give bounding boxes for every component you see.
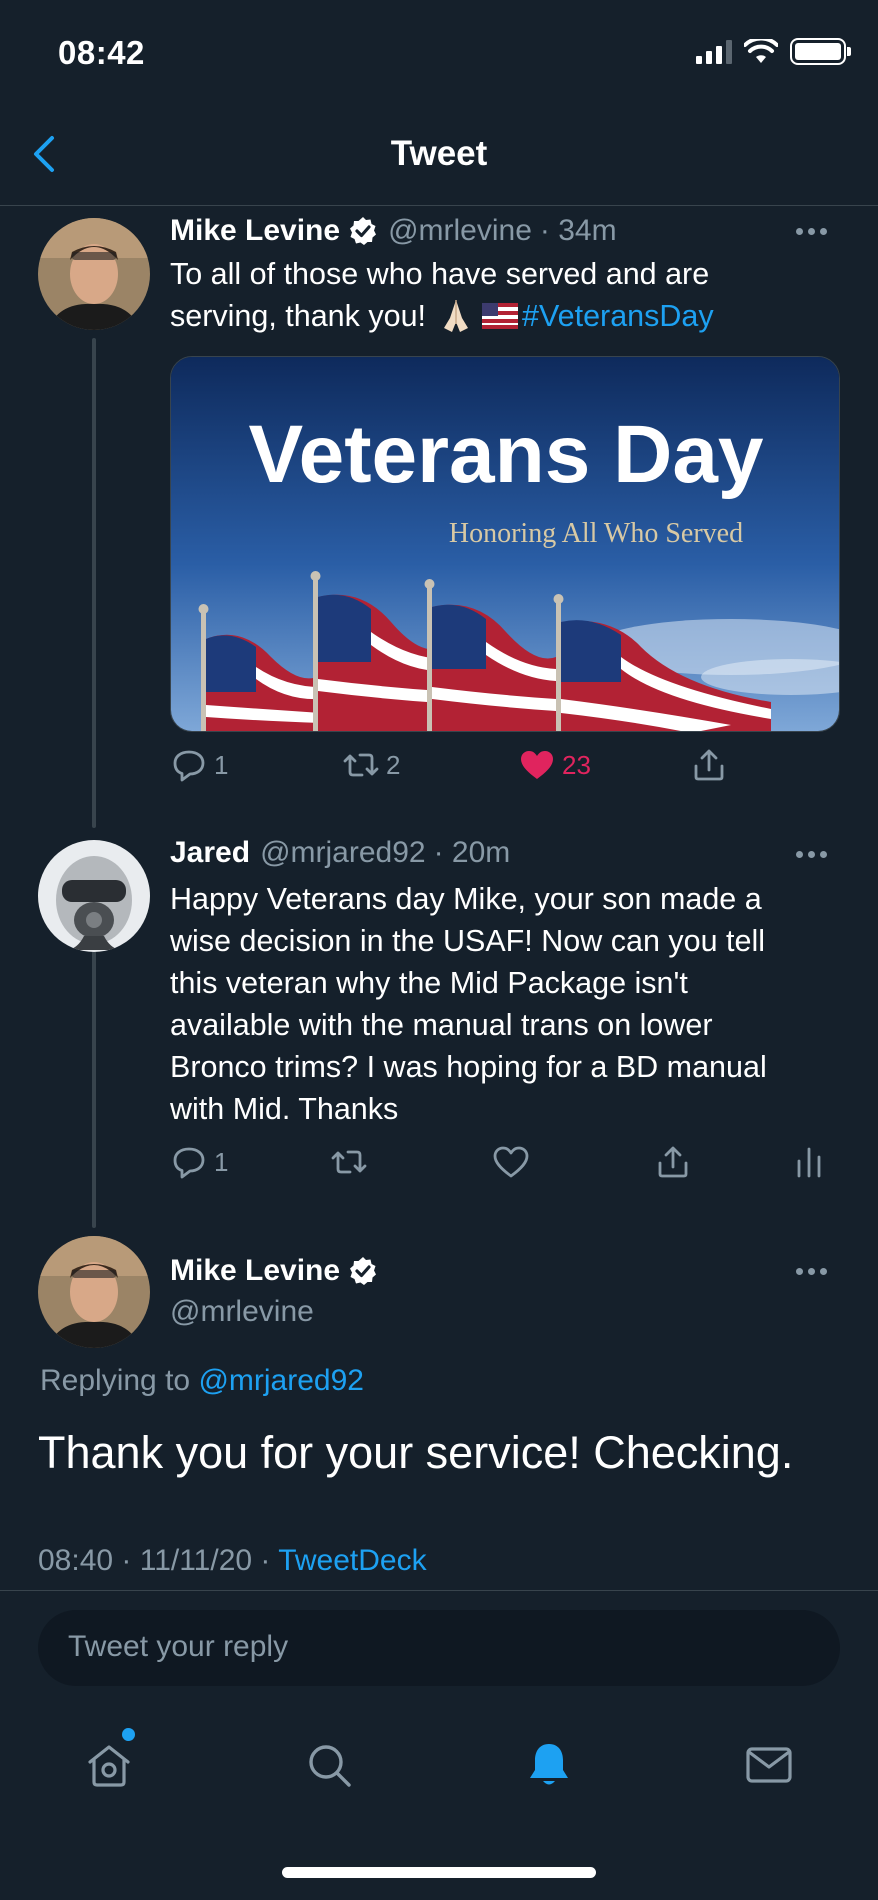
share-button[interactable]	[690, 746, 728, 784]
avatar[interactable]	[38, 1236, 150, 1348]
us-flag-emoji-icon	[482, 303, 519, 329]
reply-input[interactable]: Tweet your reply	[38, 1610, 840, 1686]
author-handle[interactable]: @mrlevine	[388, 214, 532, 248]
author-handle[interactable]: @mrlevine	[170, 1295, 314, 1329]
nav-bar: Tweet	[0, 110, 878, 206]
tweet-text: To all of those who have served and are …	[170, 253, 850, 337]
focus-tweet-text: Thank you for your service! Checking.	[38, 1427, 794, 1478]
status-bar: 08:42	[0, 0, 878, 110]
reply-count: 1	[214, 1146, 229, 1177]
focus-tweet-name: Mike Levine	[170, 1254, 388, 1288]
author-name[interactable]: Mike Levine	[170, 214, 340, 248]
replying-to: Replying to @mrjared92	[40, 1364, 364, 1398]
retweet-button[interactable]: 2	[342, 746, 400, 784]
analytics-icon	[797, 1147, 821, 1178]
messages-icon[interactable]	[742, 1738, 796, 1792]
timestamp-text: 08:40 · 11/11/20 ·	[38, 1544, 271, 1577]
battery-icon	[790, 38, 851, 65]
tweet-actions: 1 2 23	[170, 746, 840, 790]
author-handle[interactable]: @mrjared92	[260, 836, 426, 870]
retweet-count: 2	[386, 749, 401, 780]
retweet-button[interactable]	[330, 1143, 368, 1181]
reply-placeholder: Tweet your reply	[68, 1630, 289, 1663]
tweet-text-line: To all of those who have served and are	[170, 257, 710, 291]
like-count: 23	[562, 749, 591, 780]
tweet-time: · 20m	[433, 836, 511, 869]
like-icon	[493, 1146, 529, 1178]
like-button[interactable]: 23	[518, 746, 591, 784]
tweet-media-image[interactable]: Veterans Day Honoring All Who Served	[170, 356, 840, 732]
thread-line	[92, 338, 96, 828]
hashtag-link[interactable]: #VeteransDay	[522, 295, 714, 337]
tweet-text-line: with Mid. Thanks	[170, 1092, 399, 1126]
tweet-actions: 1	[170, 1143, 840, 1187]
wifi-icon	[744, 38, 778, 63]
reply-count: 1	[214, 749, 229, 780]
reply-icon	[173, 750, 205, 782]
analytics-button[interactable]	[790, 1143, 828, 1181]
like-icon	[521, 751, 553, 779]
tweet-timestamp: 08:40 · 11/11/20 · TweetDeck	[38, 1544, 427, 1578]
replying-label: Replying to	[40, 1364, 191, 1397]
author-name[interactable]: Mike Levine	[170, 1254, 340, 1288]
folded-hands-emoji-icon	[444, 300, 469, 332]
share-button[interactable]	[654, 1143, 692, 1181]
page-title: Tweet	[390, 134, 488, 173]
divider	[0, 1590, 878, 1591]
like-button[interactable]	[492, 1143, 530, 1181]
status-icons	[696, 38, 851, 65]
tweet-text-line: Bronco trims? I was hoping for a BD manu…	[170, 1050, 767, 1084]
tweet-text-line: available with the manual trans on lower	[170, 1008, 713, 1042]
tweet-text: Happy Veterans day Mike, your son made a…	[170, 878, 850, 1130]
retweet-icon	[343, 753, 379, 777]
reply-icon	[173, 1147, 205, 1179]
signal-icon	[696, 39, 732, 64]
tweet-text-line: serving, thank you! #VeteransDay	[170, 295, 850, 337]
media-title: Veterans Day	[248, 409, 763, 500]
unread-badge	[122, 1728, 135, 1741]
home-icon[interactable]	[82, 1738, 136, 1792]
focus-tweet-handle: @mrlevine	[170, 1295, 314, 1329]
avatar[interactable]	[38, 840, 150, 952]
notifications-icon[interactable]	[522, 1738, 576, 1792]
tweet-header: Mike Levine @mrlevine · 34m	[170, 214, 617, 248]
search-icon[interactable]	[302, 1738, 356, 1792]
share-icon	[694, 749, 724, 781]
tweet-time: · 34m	[539, 214, 617, 247]
replying-handle-link[interactable]: @mrjared92	[198, 1364, 364, 1397]
reply-button[interactable]: 1	[170, 1143, 228, 1181]
home-indicator[interactable]	[282, 1867, 596, 1878]
verified-icon	[350, 217, 377, 245]
avatar[interactable]	[38, 218, 150, 330]
tweet-text-segment: serving, thank you!	[170, 299, 427, 333]
tweet-text-line: wise decision in the USAF! Now can you t…	[170, 924, 766, 958]
status-time: 08:42	[58, 34, 145, 71]
author-name[interactable]: Jared	[170, 836, 250, 870]
more-icon[interactable]	[796, 228, 836, 240]
more-icon[interactable]	[796, 1268, 836, 1280]
more-icon[interactable]	[796, 851, 836, 863]
reply-button[interactable]: 1	[170, 746, 228, 784]
retweet-icon	[331, 1150, 367, 1174]
share-icon	[658, 1146, 688, 1178]
tweet-header: Jared @mrjared92 · 20m	[170, 836, 510, 870]
tweet-text-line: Happy Veterans day Mike, your son made a	[170, 882, 762, 916]
thread-line	[92, 950, 96, 1228]
source-link[interactable]: TweetDeck	[278, 1544, 426, 1577]
verified-icon	[350, 1257, 377, 1285]
media-subtitle: Honoring All Who Served	[449, 518, 743, 549]
tweet-text-line: this veteran why the Mid Package isn't	[170, 966, 688, 1000]
